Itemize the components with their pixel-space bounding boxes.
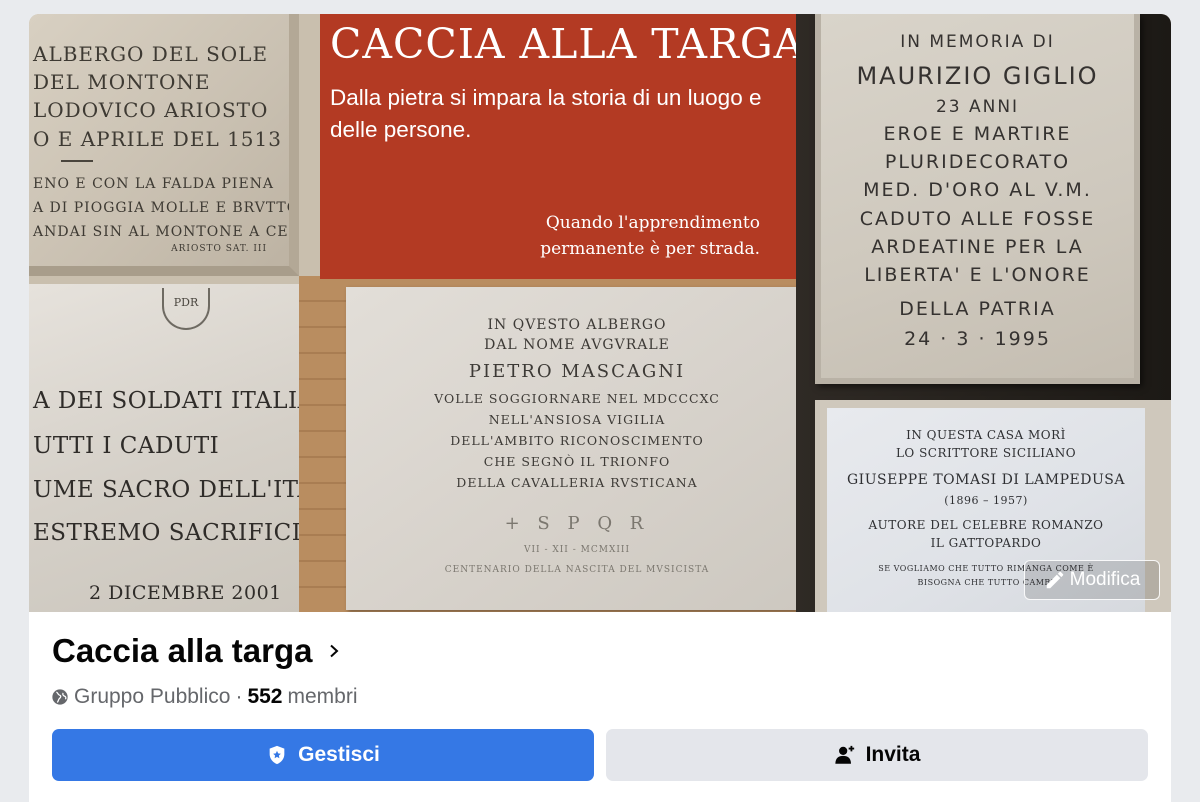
globe-icon [52,689,68,705]
plaque-ariosto: ALBERGO DEL SOLE DEL MONTONE LODOVICO AR… [29,14,299,276]
cover-photo[interactable]: ALBERGO DEL SOLE DEL MONTONE LODOVICO AR… [29,14,1171,612]
plaque-line: LODOVICO ARIOSTO [33,98,269,122]
plaque-line: ALBERGO DEL SOLE [33,42,269,66]
plaque-line: IL GATTOPARDO [930,536,1042,550]
plaque-line: ARDEATINE PER LA [871,236,1084,258]
plaque-line: MAURIZIO GIGLIO [856,62,1099,90]
plaque-line: ENO E CON LA FALDA PIENA [33,176,275,192]
plaque-line: IN QVESTO ALBERGO [487,317,667,333]
member-count[interactable]: 552 [247,685,282,709]
plaque-line: PIETRO MASCAGNI [468,361,686,382]
plaque-line: + S P Q R [504,513,650,534]
plaque-line: IN QUESTA CASA MORÌ [906,428,1066,442]
banner-title: CACCIA ALLA TARGA [330,20,805,68]
plaque-line: DELL'AMBITO RICONOSCIMENTO [450,433,704,448]
plaque-giglio: IN MEMORIA DI MAURIZIO GIGLIO 23 ANNI ER… [815,14,1140,384]
plaque-line: UTTI I CADUTI [33,433,220,459]
group-name-link[interactable]: Caccia alla targa [52,632,341,670]
plaque-line: CADUTO ALLE FOSSE [859,208,1096,230]
plaque-line: (1896 – 1957) [944,494,1028,507]
plaque-line: A DI PIOGGIA MOLLE E BRVTTO, [33,200,299,216]
plaque-line: 24 · 3 · 1995 [904,328,1051,350]
plaque-line: PLURIDECORATO [884,151,1071,173]
plaque-divider [61,160,93,162]
plaque-line: UME SACRO DELL'ITALIA, [33,477,299,503]
plaque-line: VOLLE SOGGIORNARE NEL MDCCCXC [434,391,720,406]
plaque-line: DEL MONTONE [33,70,211,94]
plaque-line: DAL NOME AVGVRALE [484,337,670,353]
member-label[interactable]: membri [287,685,357,709]
plaque-mascagni: IN QVESTO ALBERGO DAL NOME AVGVRALE PIET… [346,287,808,610]
plaque-line: DELLA CAVALLERIA RVSTICANA [456,475,698,490]
group-meta: Gruppo Pubblico · 552 membri [51,685,358,709]
plaque-line: 2 DICEMBRE 2001 [89,582,282,604]
invite-label: Invita [865,743,921,766]
banner-subtitle: Dalla pietra si impara la storia di un l… [330,85,762,142]
plaque-line: CHE SEGNÒ IL TRIONFO [483,454,671,469]
cover-banner: CACCIA ALLA TARGA Dalla pietra si impara… [320,14,803,279]
plaque-line: ARIOSTO SAT. III [171,244,267,254]
plaque-line: 23 ANNI [935,97,1020,117]
edit-cover-label: Modifica [1069,569,1141,590]
plaque-line: CENTENARIO DELLA NASCITA DEL MVSICISTA [444,565,710,575]
plaque-line: O E APRILE DEL 1513 [33,127,282,151]
pencil-icon [1046,571,1063,589]
chevron-right-icon [329,644,338,658]
plaque-line: LO SCRITTORE SICILIANO [895,446,1077,460]
manage-button[interactable]: Gestisci [52,729,594,781]
plaque-line: GIUSEPPE TOMASI DI LAMPEDUSA [847,472,1125,488]
plaque-line: A DEI SOLDATI ITALIANI [33,388,299,414]
plaque-line: DELLA PATRIA [899,298,1056,320]
meta-separator: · [235,685,243,708]
plaque-line: NELL'ANSIOSA VIGILIA [488,412,666,427]
plaque-soldati: PDR A DEI SOLDATI ITALIANI UTTI I CADUTI… [29,284,299,612]
plaque-line: AUTORE DEL CELEBRE ROMANZO [868,518,1104,532]
group-card: ALBERGO DEL SOLE DEL MONTONE LODOVICO AR… [29,14,1171,802]
edit-cover-button[interactable]: Modifica [1024,560,1160,600]
group-name: Caccia alla targa [52,632,313,669]
shield-icon: PDR [162,288,210,330]
plaque-line: MED. D'ORO AL V.M. [863,179,1092,201]
plaque-line: ANDAI SIN AL MONTONE A CENA. [33,224,299,240]
shield-star-icon [269,745,285,765]
privacy-label: Gruppo Pubblico [74,685,231,708]
invite-button[interactable]: Invita [606,729,1148,781]
manage-label: Gestisci [298,743,380,766]
plaque-line: VII - XII - MCMXIII [523,545,631,555]
plaque-line: IN MEMORIA DI [900,32,1055,52]
plaque-line: LIBERTA' E L'ONORE [864,264,1091,286]
add-person-icon [834,745,854,764]
banner-note: Quando l'apprendimento permanente è per … [540,213,760,259]
plaque-line: EROE E MARTIRE [883,123,1072,145]
plaque-line: ESTREMO SACRIFICIO [33,520,299,546]
